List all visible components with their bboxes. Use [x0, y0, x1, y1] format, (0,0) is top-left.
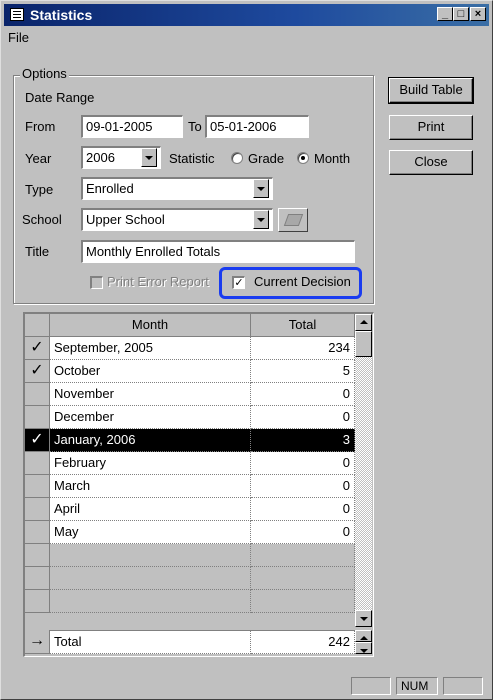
- empty-cell: [251, 590, 355, 613]
- row-check-icon[interactable]: [25, 521, 50, 544]
- row-selector: [25, 544, 50, 567]
- empty-cell: [50, 544, 251, 567]
- row-selector: [25, 567, 50, 590]
- to-date-field[interactable]: 05-01-2006: [205, 115, 309, 138]
- month-column-header[interactable]: Month: [50, 314, 251, 337]
- from-label: From: [25, 119, 56, 134]
- empty-cell: [251, 567, 355, 590]
- current-decision-label: Current Decision: [254, 274, 351, 289]
- title-label: Title: [25, 244, 50, 259]
- statistic-label: Statistic: [169, 151, 215, 166]
- row-check-icon[interactable]: ✓: [25, 337, 50, 360]
- month-cell[interactable]: April: [50, 498, 251, 521]
- close-window-button[interactable]: ×: [470, 7, 486, 21]
- print-error-checkbox[interactable]: [90, 276, 103, 289]
- month-cell[interactable]: December: [50, 406, 251, 429]
- build-table-button[interactable]: Build Table: [388, 77, 474, 104]
- title-field[interactable]: Monthly Enrolled Totals: [81, 240, 355, 263]
- window-title: Statistics: [30, 7, 93, 23]
- menu-file[interactable]: File: [8, 30, 29, 45]
- total-cell[interactable]: 0: [251, 452, 355, 475]
- total-cell[interactable]: 0: [251, 498, 355, 521]
- school-select[interactable]: Upper School: [81, 208, 273, 231]
- row-check-icon[interactable]: [25, 498, 50, 521]
- num-lock-indicator: NUM: [396, 677, 438, 695]
- grid-vertical-scrollbar[interactable]: [355, 314, 372, 627]
- empty-cell: [50, 590, 251, 613]
- type-value: Enrolled: [86, 181, 134, 196]
- month-cell[interactable]: February: [50, 452, 251, 475]
- empty-cell: [251, 544, 355, 567]
- year-label: Year: [25, 151, 52, 166]
- scroll-track[interactable]: [355, 314, 372, 627]
- type-label: Type: [25, 182, 54, 197]
- total-cell[interactable]: 0: [251, 383, 355, 406]
- total-cell[interactable]: 0: [251, 406, 355, 429]
- to-label: To: [188, 119, 202, 134]
- school-lookup-button[interactable]: [278, 208, 308, 232]
- total-arrow-icon: →: [25, 630, 50, 654]
- month-cell[interactable]: January, 2006: [50, 429, 251, 452]
- status-bar: NUM: [4, 675, 489, 697]
- spin-down-icon[interactable]: [355, 642, 372, 654]
- total-label: Total: [50, 630, 251, 654]
- minimize-button[interactable]: _: [437, 7, 453, 21]
- options-legend: Options: [20, 66, 69, 81]
- spin-up-icon[interactable]: [355, 630, 372, 642]
- statistics-grid: Month Total ✓ September, 2005 234 ✓ Octo…: [23, 312, 374, 657]
- row-check-icon[interactable]: [25, 475, 50, 498]
- school-dropdown-icon[interactable]: [253, 210, 269, 229]
- row-selector: [25, 590, 50, 613]
- total-cell[interactable]: 0: [251, 475, 355, 498]
- total-value: 242: [251, 630, 355, 654]
- school-label: School: [22, 212, 62, 227]
- school-value: Upper School: [86, 212, 165, 227]
- close-button[interactable]: Close: [389, 150, 473, 175]
- month-cell[interactable]: March: [50, 475, 251, 498]
- grade-radio-label: Grade: [248, 151, 285, 166]
- grade-radio[interactable]: [231, 152, 243, 164]
- date-range-label: Date Range: [25, 90, 95, 105]
- row-check-icon[interactable]: ✓: [25, 429, 50, 452]
- app-icon[interactable]: [10, 8, 24, 21]
- grid-corner: [25, 314, 50, 337]
- total-cell[interactable]: 234: [251, 337, 355, 360]
- total-row: → Total 242: [25, 630, 372, 654]
- print-error-label: Print Error Report: [107, 274, 209, 289]
- month-radio-label: Month: [314, 151, 351, 166]
- month-cell[interactable]: September, 2005: [50, 337, 251, 360]
- row-check-icon[interactable]: [25, 383, 50, 406]
- month-cell[interactable]: May: [50, 521, 251, 544]
- empty-cell: [50, 567, 251, 590]
- status-panel-empty: [443, 677, 483, 695]
- print-button[interactable]: Print: [389, 115, 473, 140]
- row-check-icon[interactable]: ✓: [25, 360, 50, 383]
- scroll-down-icon[interactable]: [355, 610, 372, 627]
- scroll-up-icon[interactable]: [355, 314, 372, 331]
- type-dropdown-icon[interactable]: [253, 179, 269, 198]
- total-column-header[interactable]: Total: [251, 314, 355, 337]
- total-cell[interactable]: 3: [251, 429, 355, 452]
- menu-bar: File: [4, 28, 489, 48]
- row-check-icon[interactable]: [25, 452, 50, 475]
- total-cell[interactable]: 0: [251, 521, 355, 544]
- current-decision-checkbox[interactable]: ✓: [232, 276, 245, 289]
- month-cell[interactable]: October: [50, 360, 251, 383]
- maximize-button[interactable]: □: [453, 7, 469, 21]
- month-cell[interactable]: November: [50, 383, 251, 406]
- title-bar[interactable]: Statistics _ □ ×: [4, 4, 489, 26]
- year-value: 2006: [86, 150, 115, 165]
- type-select[interactable]: Enrolled: [81, 177, 273, 200]
- printer-icon: [283, 214, 304, 226]
- total-spinner[interactable]: [355, 630, 372, 654]
- month-radio[interactable]: [297, 152, 309, 164]
- status-panel-empty: [351, 677, 391, 695]
- row-check-icon[interactable]: [25, 406, 50, 429]
- total-cell[interactable]: 5: [251, 360, 355, 383]
- year-dropdown-icon[interactable]: [141, 148, 157, 167]
- from-date-field[interactable]: 09-01-2005: [81, 115, 183, 138]
- statistics-window: Statistics _ □ × File Options Date Range…: [0, 0, 493, 700]
- scroll-thumb[interactable]: [355, 331, 372, 357]
